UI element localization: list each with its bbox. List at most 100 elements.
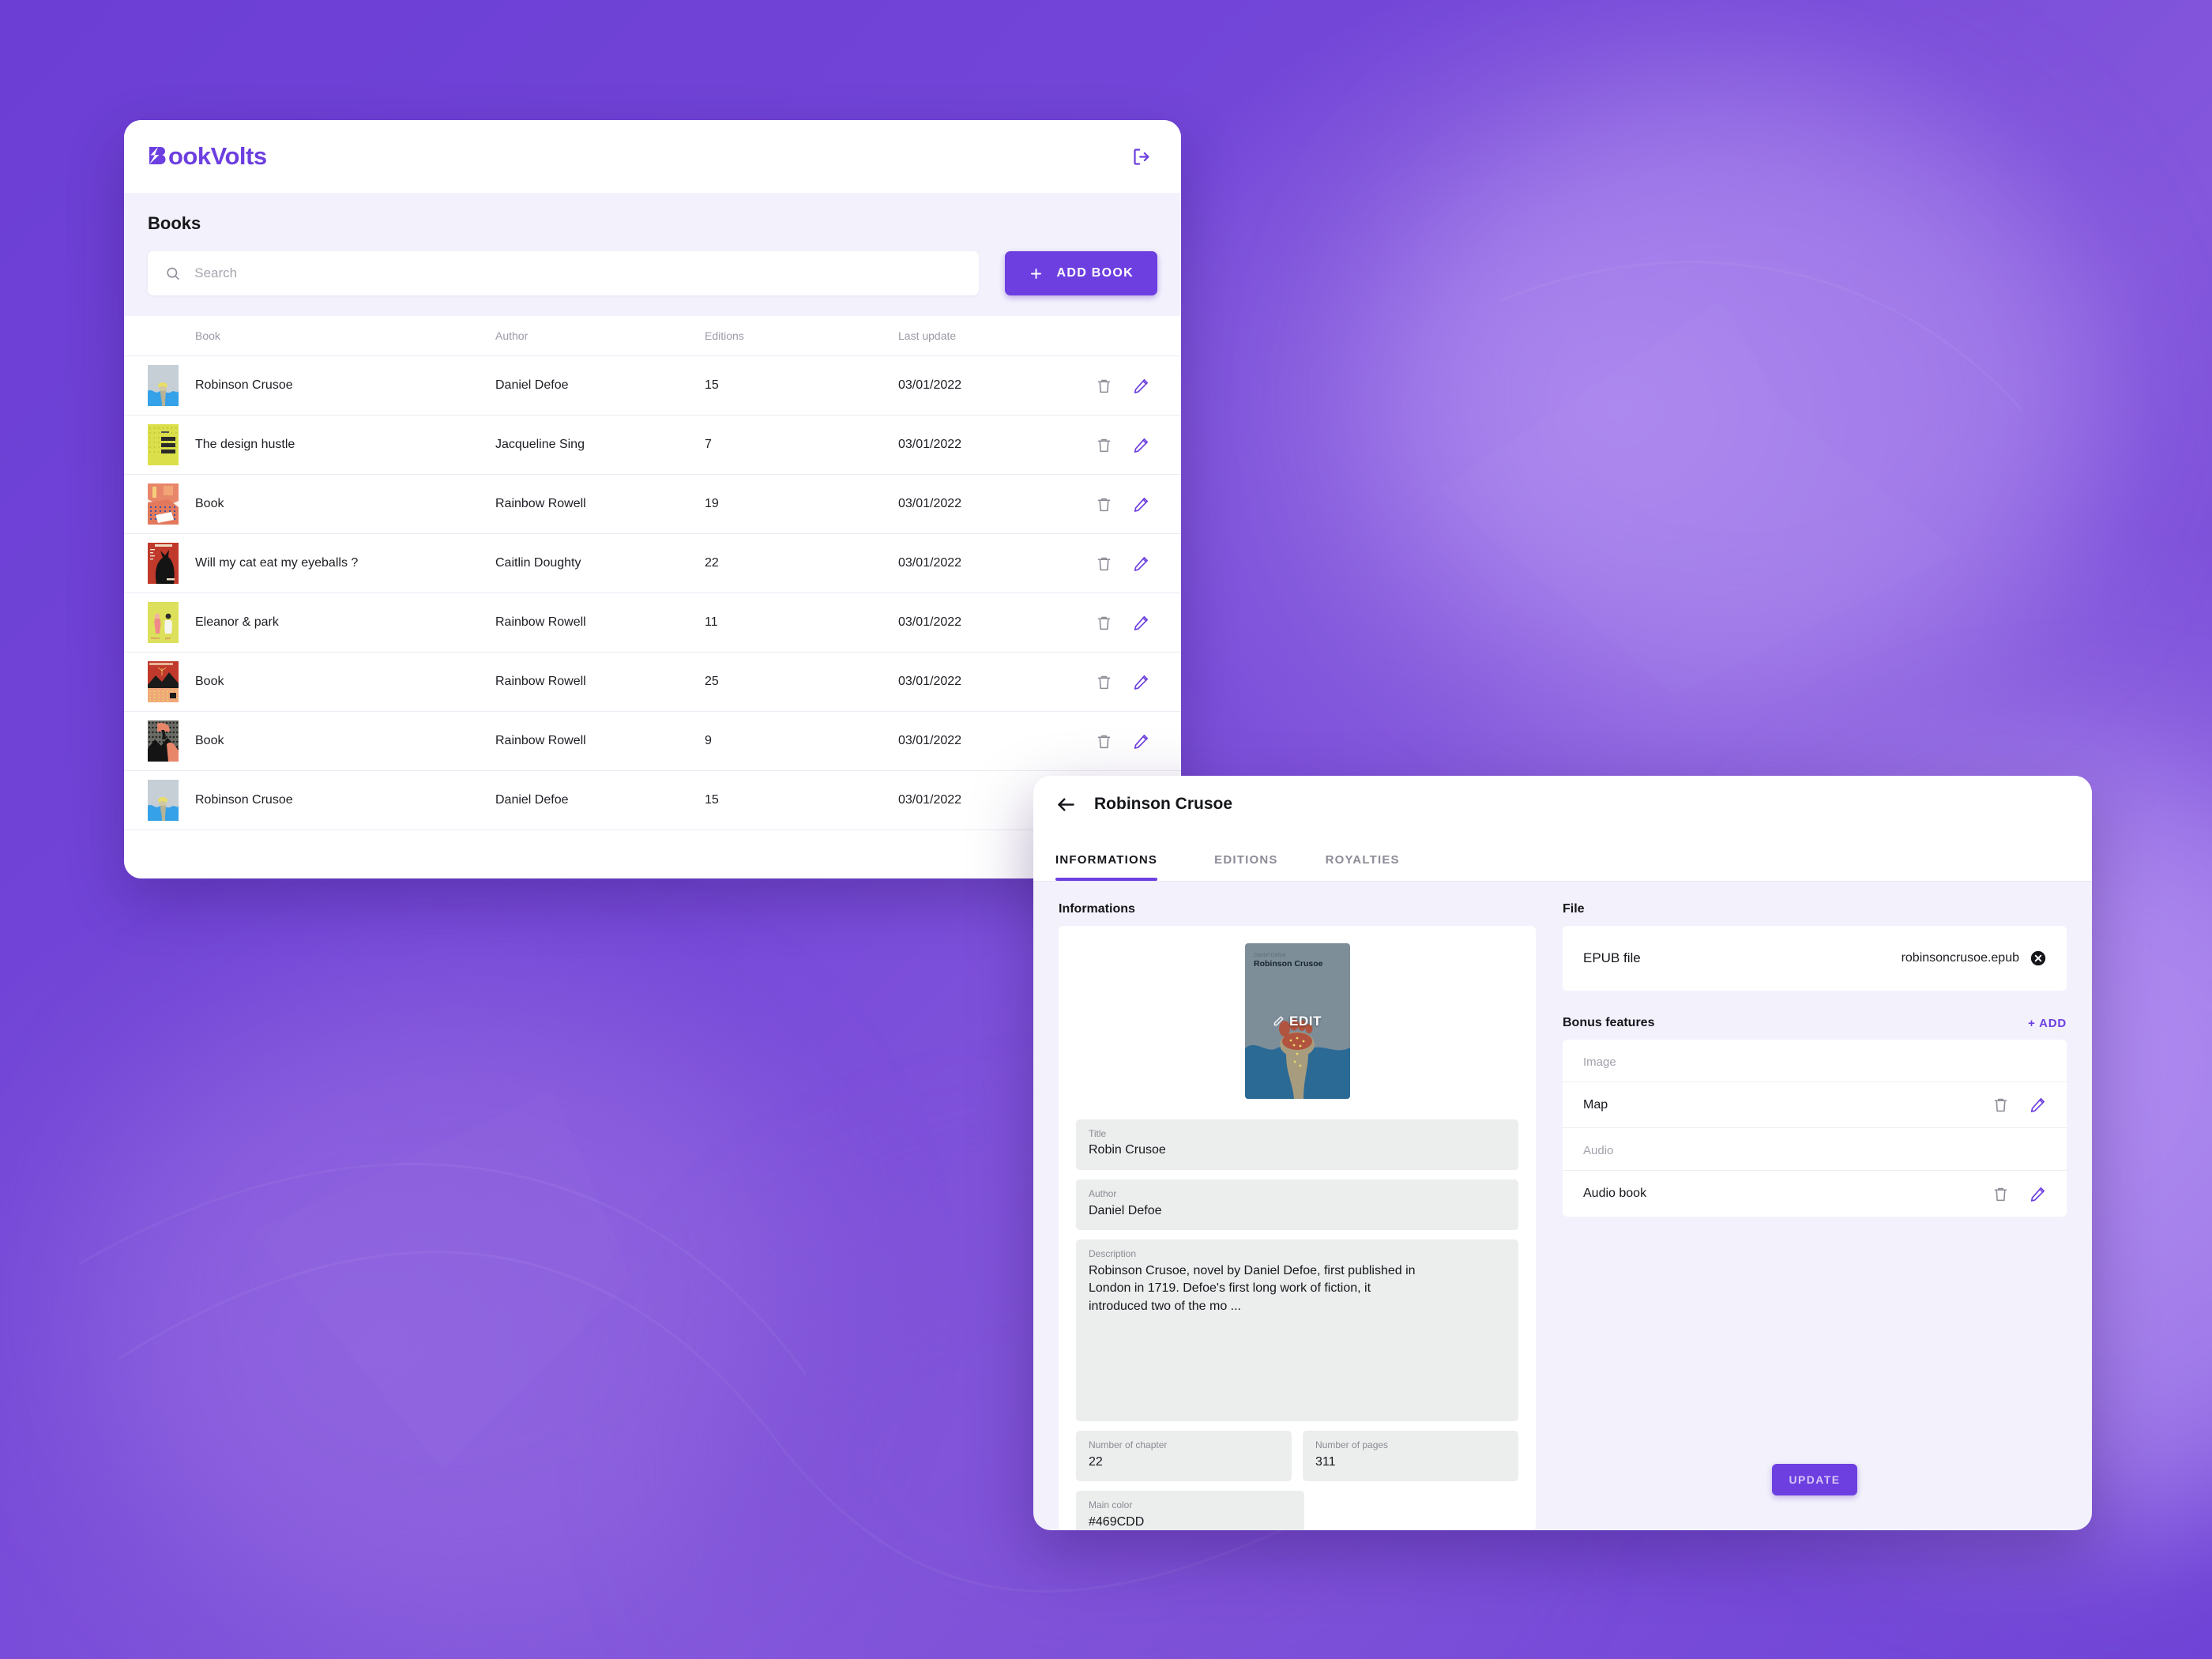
- table-row[interactable]: Robinson Crusoe Daniel Defoe 15 03/01/20…: [124, 770, 1181, 830]
- cover-edit-overlay[interactable]: EDIT: [1245, 1014, 1350, 1029]
- cell-editions: 15: [705, 770, 898, 830]
- robinson-crusoe-cover: [148, 365, 179, 406]
- row-actions: [1096, 496, 1181, 513]
- title-field[interactable]: Title Robin Crusoe: [1076, 1119, 1518, 1171]
- update-button[interactable]: UPDATE: [1772, 1464, 1857, 1495]
- informations-section-label: Informations: [1059, 902, 1135, 916]
- cell-author: Rainbow Rowell: [495, 474, 705, 534]
- pencil-icon[interactable]: [1133, 733, 1149, 750]
- app-logo[interactable]: ookVolts: [148, 142, 267, 171]
- chapters-field[interactable]: Number of chapter 22: [1076, 1431, 1292, 1482]
- books-table-body: Robinson Crusoe Daniel Defoe 15 03/01/20…: [124, 356, 1181, 830]
- epub-file-value: robinsoncrusoe.epub: [1901, 951, 2019, 965]
- tab-informations[interactable]: INFORMATIONS: [1055, 853, 1191, 881]
- cover-edit-label: EDIT: [1288, 1013, 1322, 1029]
- cell-actions: [1096, 533, 1181, 593]
- trash-icon[interactable]: [1096, 615, 1112, 631]
- bonus-group-label: Image: [1563, 1040, 2067, 1082]
- description-field[interactable]: Description Robinson Crusoe, novel by Da…: [1076, 1240, 1518, 1422]
- author-field[interactable]: Author Daniel Defoe: [1076, 1179, 1518, 1231]
- table-row[interactable]: The design hustle Jacqueline Sing 7 03/0…: [124, 415, 1181, 475]
- cell-book-title: Book: [195, 711, 495, 771]
- table-row[interactable]: Book Rainbow Rowell 25 03/01/2022: [124, 652, 1181, 712]
- bonus-section-label: Bonus features: [1563, 1016, 1655, 1029]
- table-row[interactable]: Book Rainbow Rowell 9 03/01/2022: [124, 711, 1181, 771]
- cell-author: Jacqueline Sing: [495, 415, 705, 475]
- trash-icon[interactable]: [1096, 378, 1112, 394]
- epub-file-row: EPUB file robinsoncrusoe.epub: [1563, 926, 2067, 991]
- cell-editions: 19: [705, 474, 898, 534]
- cell-last-update: 03/01/2022: [898, 356, 1096, 416]
- add-book-button[interactable]: ADD BOOK: [1005, 251, 1157, 295]
- search-box[interactable]: [148, 251, 980, 295]
- pencil-icon[interactable]: [1133, 496, 1149, 513]
- logout-button[interactable]: [1126, 141, 1157, 172]
- col-header-author[interactable]: Author: [495, 316, 705, 356]
- cell-book-title: Robinson Crusoe: [195, 770, 495, 830]
- pencil-icon: [1273, 1016, 1284, 1026]
- main-color-field[interactable]: Main color #469CDD: [1076, 1491, 1304, 1530]
- search-input[interactable]: [194, 265, 962, 281]
- cell-actions: [1096, 415, 1181, 475]
- cell-book-title: Will my cat eat my eyeballs ?: [195, 533, 495, 593]
- app-bar: ookVolts: [124, 120, 1181, 193]
- trash-icon[interactable]: [1992, 1186, 2009, 1202]
- pencil-icon[interactable]: [1133, 674, 1149, 690]
- cell-author: Rainbow Rowell: [495, 592, 705, 653]
- cell-editions: 11: [705, 592, 898, 653]
- trash-icon[interactable]: [1096, 496, 1112, 513]
- title-field-value: Robin Crusoe: [1089, 1143, 1166, 1157]
- table-row[interactable]: eleanor park Eleanor & park Rainbow Rowel…: [124, 592, 1181, 653]
- table-row[interactable]: Will my cat eat my eyeballs ? Caitlin Do…: [124, 533, 1181, 593]
- trash-icon[interactable]: [1992, 1097, 2009, 1113]
- bonus-item[interactable]: Map: [1563, 1082, 2067, 1128]
- file-and-bonus-column: File EPUB file robinsoncrusoe.epub Bonus…: [1563, 902, 2067, 1530]
- book-cover-preview[interactable]: Daniel Defoe Robinson Crusoe EDIT: [1244, 943, 1350, 1099]
- pages-field[interactable]: Number of pages 311: [1303, 1431, 1518, 1482]
- pencil-icon[interactable]: [1133, 555, 1149, 572]
- search-icon: [167, 267, 179, 280]
- bonus-item[interactable]: Audio book: [1563, 1171, 2067, 1217]
- chapters-field-value: 22: [1089, 1454, 1103, 1469]
- bonus-add-button[interactable]: + ADD: [2028, 1017, 2067, 1030]
- informations-column: Informations Daniel Defoe Robinson Cruso…: [1059, 902, 1536, 1530]
- arrow-left-icon[interactable]: [1055, 794, 1077, 815]
- cell-actions: [1096, 474, 1181, 534]
- cell-book-title: The design hustle: [195, 415, 495, 475]
- trash-icon[interactable]: [1096, 555, 1112, 572]
- tab-editions[interactable]: EDITIONS: [1191, 853, 1301, 881]
- cell-author: Daniel Defoe: [495, 770, 705, 830]
- app-logo-text: ookVolts: [168, 142, 267, 170]
- book-detail-card: Robinson Crusoe INFORMATIONS EDITIONS RO…: [1033, 776, 2092, 1530]
- col-header-editions[interactable]: Editions: [705, 316, 898, 356]
- row-actions: [1096, 674, 1181, 690]
- dark-mountain-cover: [148, 720, 179, 762]
- title-field-label: Title: [1089, 1128, 1107, 1139]
- tab-royalties[interactable]: ROYALTIES: [1302, 853, 1424, 881]
- pencil-icon[interactable]: [1133, 378, 1149, 394]
- pencil-icon[interactable]: [2030, 1186, 2046, 1202]
- cell-book-title: Robinson Crusoe: [195, 356, 495, 416]
- cell-book-title: Eleanor & park: [195, 592, 495, 653]
- trash-icon[interactable]: [1096, 437, 1112, 453]
- close-circle-icon[interactable]: [2030, 950, 2046, 966]
- pencil-icon[interactable]: [1133, 437, 1149, 453]
- color-field-row: Main color #469CDD: [1076, 1491, 1518, 1530]
- table-row[interactable]: Book Rainbow Rowell 19 03/01/2022: [124, 474, 1181, 534]
- black-cat-cover: [148, 543, 179, 584]
- trash-icon[interactable]: [1096, 674, 1112, 690]
- chapters-field-label: Number of chapter: [1089, 1439, 1168, 1451]
- col-header-last-update[interactable]: Last update: [898, 316, 1096, 356]
- pencil-icon[interactable]: [1133, 615, 1149, 631]
- col-header-book[interactable]: Book: [195, 316, 495, 356]
- file-section-label: File: [1563, 902, 1585, 916]
- bonus-item-name: Audio book: [1583, 1187, 1647, 1200]
- cell-editions: 22: [705, 533, 898, 593]
- epub-file-label: EPUB file: [1583, 950, 1641, 965]
- informations-panel: Daniel Defoe Robinson Crusoe EDIT Title: [1059, 926, 1536, 1530]
- pencil-icon[interactable]: [2030, 1097, 2046, 1113]
- svg-text:Daniel Defoe: Daniel Defoe: [1254, 953, 1286, 958]
- trash-icon[interactable]: [1096, 733, 1112, 750]
- cell-author: Rainbow Rowell: [495, 652, 705, 712]
- table-row[interactable]: Robinson Crusoe Daniel Defoe 15 03/01/20…: [124, 356, 1181, 416]
